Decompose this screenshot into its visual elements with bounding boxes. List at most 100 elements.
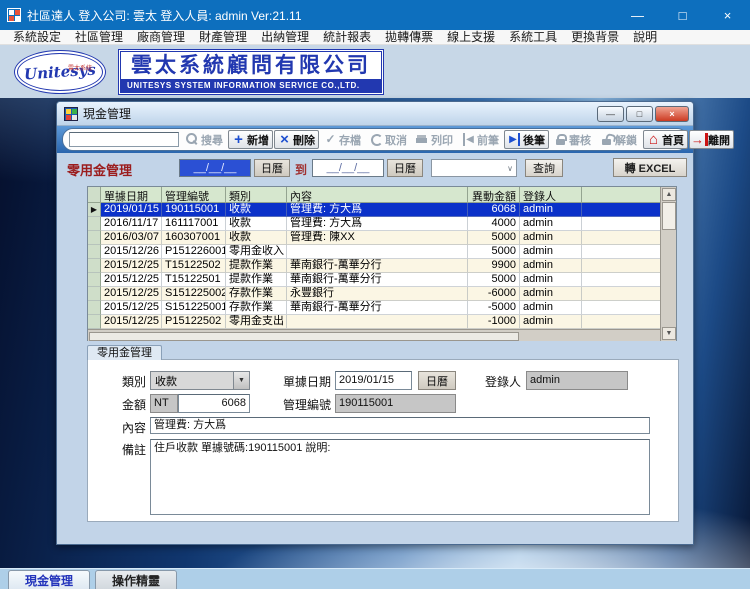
table-row[interactable]: 2015/12/25 T15122502 提款作業 華南銀行-萬華分行 9900 admi… (88, 259, 661, 273)
maximize-button[interactable]: □ (660, 0, 705, 30)
grid-column-header[interactable]: 類別 (226, 187, 287, 203)
calendar-from-button[interactable]: 日曆 (254, 159, 290, 177)
check-icon (324, 133, 337, 146)
table-row[interactable]: 2016/11/17 161117001 收款 管理費: 方大爲 4000 admin (88, 217, 661, 231)
date-to-input[interactable]: __/__/__ (312, 159, 384, 177)
cash-window-body: 零用金管理 __/__/__ 日曆 到 __/__/__ 日曆 ∨ 查詢 轉 E… (57, 153, 693, 544)
unlock-icon (600, 133, 613, 146)
date-from-input[interactable]: __/__/__ (179, 159, 251, 177)
table-row[interactable]: 2016/03/07 160307001 收款 管理費: 陳XX 5000 admin (88, 231, 661, 245)
table-row[interactable]: ▶ 2019/01/15 190115001 收款 管理費: 方大爲 6068 admin (88, 203, 661, 217)
scroll-up-icon[interactable]: ▲ (662, 188, 676, 201)
search-input[interactable] (69, 132, 179, 147)
content-input[interactable]: 管理費: 方大爲 (150, 417, 650, 434)
toolbar-button-plus[interactable]: 新增 (228, 130, 273, 149)
menu-item-5[interactable]: 出納管理 (254, 30, 316, 45)
toolbar-button-prev[interactable]: 前筆 (458, 130, 503, 149)
cell-amount: -6000 (468, 287, 520, 301)
toolbar-button-check[interactable]: 存檔 (320, 130, 365, 149)
prev-icon (462, 133, 475, 146)
taskbar-item-cash-management[interactable]: 現金管理 (8, 570, 90, 589)
grid-column-header[interactable]: 登錄人 (520, 187, 582, 203)
cash-window-titlebar[interactable]: 現金管理 — □ × (57, 102, 693, 126)
vertical-scrollbar[interactable]: ▲ ▼ (660, 187, 676, 341)
cell-filler (582, 259, 661, 273)
cell-filler (582, 203, 661, 217)
menu-item-4[interactable]: 財產管理 (192, 30, 254, 45)
grid-column-header[interactable]: 單據日期 (101, 187, 162, 203)
taskbar-item-wizard[interactable]: 操作精靈 (95, 570, 177, 589)
menu-item-6[interactable]: 統計報表 (316, 30, 378, 45)
toolbar-button-label: 審核 (569, 134, 591, 147)
cell-date: 2015/12/25 (101, 273, 162, 287)
toolbar-button-undo[interactable]: 取消 (366, 130, 411, 149)
table-row[interactable]: 2015/12/25 S151225001 存款作業 華南銀行-萬華分行 -5000 ad… (88, 301, 661, 315)
form-calendar-button[interactable]: 日曆 (418, 371, 456, 390)
menu-item-7[interactable]: 拋轉傳票 (378, 30, 440, 45)
toolbar-button-next[interactable]: 後筆 (504, 130, 549, 149)
menu-item-1[interactable]: 系統設定 (6, 30, 68, 45)
type-label: 類別 (121, 375, 146, 389)
filter-select[interactable]: ∨ (431, 159, 517, 177)
cell-type: 提款作業 (226, 259, 287, 273)
export-excel-button[interactable]: 轉 EXCEL (613, 158, 687, 177)
menu-item-2[interactable]: 社區管理 (68, 30, 130, 45)
cell-user: admin (520, 245, 582, 259)
cell-filler (582, 231, 661, 245)
menu-item-10[interactable]: 更換背景 (564, 30, 626, 45)
exit-button-label: 離開 (708, 134, 730, 147)
grid-column-header[interactable]: 管理編號 (162, 187, 226, 203)
content-label: 內容 (121, 421, 146, 435)
doc-date-label: 單據日期 (282, 375, 331, 389)
row-marker (88, 231, 101, 245)
horizontal-scrollbar[interactable] (88, 329, 661, 341)
toolbar-button-print[interactable]: 列印 (412, 130, 457, 149)
horizontal-scrollbar-thumb[interactable] (89, 332, 519, 341)
grid-header-filler (582, 187, 661, 203)
menu-item-8[interactable]: 線上支援 (440, 30, 502, 45)
close-button[interactable]: × (705, 0, 750, 30)
table-row[interactable]: 2015/12/25 P15122502 零用金支出 -1000 admin (88, 315, 661, 329)
menu-item-9[interactable]: 系統工具 (502, 30, 564, 45)
minimize-button[interactable]: — (615, 0, 660, 30)
toolbar-button-search[interactable]: 搜尋 (182, 130, 227, 149)
dropdown-arrow-icon[interactable]: ▼ (233, 372, 249, 389)
type-dropdown[interactable]: 收款 ▼ (150, 371, 250, 390)
note-textarea[interactable]: 住戶收款 單據號碼:190115001 說明: (150, 439, 650, 515)
exit-button[interactable]: 離開 (689, 130, 734, 149)
doc-date-input[interactable]: 2019/01/15 (335, 371, 412, 390)
table-row[interactable]: 2015/12/25 S151225002 存款作業 永豐銀行 -6000 admin (88, 287, 661, 301)
table-row[interactable]: 2015/12/26 P151226001 零用金收入 5000 admin (88, 245, 661, 259)
cell-user: admin (520, 203, 582, 217)
calendar-to-button[interactable]: 日曆 (387, 159, 423, 177)
cell-number: 160307001 (162, 231, 226, 245)
menu-item-11[interactable]: 說明 (626, 30, 664, 45)
cell-date: 2016/11/17 (101, 217, 162, 231)
home-button[interactable]: 首頁 (643, 130, 688, 149)
taskbar: 現金管理 操作精靈 (0, 568, 750, 589)
toolbar-button-lock[interactable]: 審核 (550, 130, 595, 149)
toolbar-button-unlock[interactable]: 解鎖 (596, 130, 641, 149)
cell-user: admin (520, 217, 582, 231)
cash-close-button[interactable]: × (655, 105, 689, 122)
vertical-scrollbar-thumb[interactable] (662, 202, 676, 230)
menu-bar: 系統設定 社區管理 廠商管理 財產管理 出納管理 統計報表 拋轉傳票 線上支援 系統工具 更換背景… (0, 30, 750, 45)
table-row[interactable]: 2015/12/25 T15122501 提款作業 華南銀行-萬華分行 5000 admi… (88, 273, 661, 287)
cell-type: 收款 (226, 217, 287, 231)
toolbar-button-cross[interactable]: 刪除 (274, 130, 319, 149)
window-controls: — □ × (615, 0, 750, 30)
amount-input[interactable]: 6068 (178, 394, 250, 413)
menu-item-3[interactable]: 廠商管理 (130, 30, 192, 45)
cash-minimize-button[interactable]: — (597, 105, 624, 122)
cell-filler (582, 287, 661, 301)
grid-column-header[interactable]: 內容 (287, 187, 468, 203)
cell-filler (582, 273, 661, 287)
query-button[interactable]: 查詢 (525, 159, 563, 177)
cell-amount: -5000 (468, 301, 520, 315)
toolbar-button-label: 後筆 (523, 134, 545, 147)
cash-maximize-button[interactable]: □ (626, 105, 653, 122)
scroll-down-icon[interactable]: ▼ (662, 327, 676, 340)
cell-content: 華南銀行-萬華分行 (287, 273, 468, 287)
grid-column-header[interactable]: 異動金額 (468, 187, 520, 203)
form-tab[interactable]: 零用金管理 (87, 345, 162, 360)
